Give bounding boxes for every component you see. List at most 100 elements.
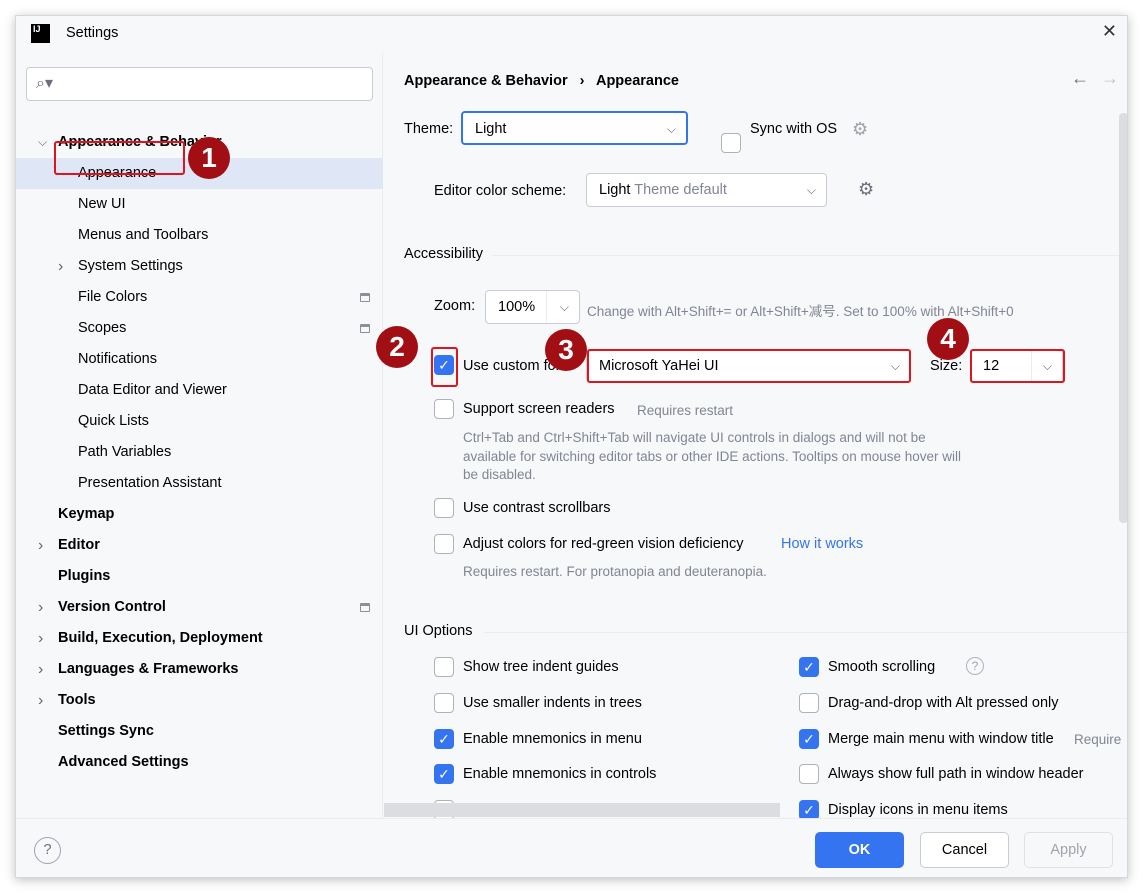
project-level-icon	[360, 293, 370, 302]
annotation-box	[970, 349, 1065, 383]
sidebar-item-advanced-settings[interactable]: Advanced Settings	[16, 747, 383, 778]
sidebar-item-file-colors[interactable]: File Colors	[16, 282, 383, 313]
screen-readers-checkbox[interactable]	[434, 399, 454, 419]
app-logo: IJ	[31, 24, 50, 43]
sidebar-item-build-execution-deployment[interactable]: › Build, Execution, Deployment	[16, 623, 383, 654]
annotation-badge-4: 4	[927, 318, 969, 360]
use-smaller-indents-in-trees-label: Use smaller indents in trees	[463, 694, 642, 711]
color-deficiency-label: Adjust colors for red-green vision defic…	[463, 536, 744, 552]
settings-dialog: IJ Settings ✕ ⌕▾ ⌵ Appearance & Behavior A…	[15, 15, 1128, 878]
always-show-full-path-in-window-header-checkbox[interactable]	[799, 764, 819, 785]
sidebar-item-label: Version Control	[58, 599, 166, 615]
sidebar-item-label: Settings Sync	[58, 723, 154, 739]
vertical-scrollbar[interactable]	[1119, 113, 1127, 523]
sidebar-item-label: Notifications	[78, 351, 157, 367]
sidebar-item-label: File Colors	[78, 289, 148, 305]
smooth-scrolling-label: Smooth scrolling	[828, 659, 936, 675]
apply-button[interactable]: Apply	[1024, 832, 1113, 868]
sidebar-item-path-variables[interactable]: Path Variables	[16, 437, 383, 468]
chevron-right-icon[interactable]: ›	[38, 530, 43, 561]
divider	[492, 255, 1127, 256]
scheme-label: Editor color scheme:	[434, 183, 567, 199]
color-scheme-dropdown[interactable]: Light Theme default ⌵	[586, 173, 827, 207]
forward-arrow-icon[interactable]: →	[1101, 68, 1119, 88]
sync-os-checkbox[interactable]	[721, 133, 741, 153]
breadcrumb-separator: ›	[579, 73, 585, 89]
sidebar-item-plugins[interactable]: Plugins	[16, 561, 383, 592]
window-title: Settings	[66, 25, 119, 41]
drag-and-drop-with-alt-pressed-only-checkbox[interactable]	[799, 692, 819, 713]
sidebar-item-menus-and-toolbars[interactable]: Menus and Toolbars	[16, 220, 383, 251]
project-level-icon	[360, 324, 370, 333]
help-button[interactable]: ?	[34, 837, 61, 864]
sidebar-item-data-editor-and-viewer[interactable]: Data Editor and Viewer	[16, 375, 383, 406]
enable-mnemonics-in-menu-checkbox[interactable]: ✓	[434, 728, 454, 749]
sidebar-item-label: Tools	[58, 692, 96, 708]
gear-icon[interactable]: ⚙	[858, 179, 874, 200]
sidebar-item-scopes[interactable]: Scopes	[16, 313, 383, 344]
chevron-right-icon[interactable]: ›	[38, 623, 43, 654]
sidebar-item-notifications[interactable]: Notifications	[16, 344, 383, 375]
close-icon[interactable]: ✕	[1102, 21, 1117, 42]
contrast-scrollbars-checkbox[interactable]	[434, 498, 454, 518]
gear-icon[interactable]: ⚙	[852, 119, 868, 140]
sidebar-item-keymap[interactable]: Keymap	[16, 499, 383, 530]
enable-mnemonics-in-controls-checkbox[interactable]: ✓	[434, 764, 454, 785]
chevron-down-icon: ⌵	[559, 300, 569, 314]
enable-mnemonics-in-menu-label: Enable mnemonics in menu	[463, 730, 642, 747]
sidebar-item-version-control[interactable]: › Version Control	[16, 592, 383, 623]
sidebar-item-editor[interactable]: › Editor	[16, 530, 383, 561]
sidebar-item-label: Editor	[58, 537, 100, 553]
sidebar-item-presentation-assistant[interactable]: Presentation Assistant	[16, 468, 383, 499]
color-deficiency-checkbox[interactable]	[434, 534, 454, 554]
screen-readers-description: Ctrl+Tab and Ctrl+Shift+Tab will navigat…	[463, 430, 961, 482]
zoom-label: Zoom:	[434, 298, 476, 314]
always-show-full-path-in-window-header-label: Always show full path in window header	[828, 766, 1084, 783]
chevron-right-icon[interactable]: ›	[38, 685, 43, 716]
use-smaller-indents-in-trees-checkbox[interactable]	[434, 692, 454, 713]
size-label: Size:	[930, 358, 963, 374]
merge-main-menu-with-window-title-checkbox[interactable]: ✓	[799, 728, 819, 749]
zoom-value: 100%	[498, 299, 536, 315]
theme-value: Light	[475, 121, 507, 137]
chevron-right-icon[interactable]: ›	[38, 592, 43, 623]
chevron-down-icon[interactable]: ⌵	[38, 127, 47, 158]
help-icon[interactable]: ?	[966, 657, 984, 675]
sidebar-item-quick-lists[interactable]: Quick Lists	[16, 406, 383, 437]
sidebar-item-languages-frameworks[interactable]: › Languages & Frameworks	[16, 654, 383, 685]
screen-readers-label: Support screen readers	[463, 401, 615, 417]
chevron-right-icon[interactable]: ›	[58, 251, 63, 282]
cancel-button[interactable]: Cancel	[920, 832, 1009, 868]
smooth-scrolling-checkbox[interactable]: ✓	[799, 657, 819, 677]
accessibility-title: Accessibility	[404, 246, 483, 262]
sidebar-item-settings-sync[interactable]: Settings Sync	[16, 716, 383, 747]
sync-os-label: Sync with OS	[750, 121, 838, 137]
ok-button[interactable]: OK	[815, 832, 904, 868]
ui-options-title: UI Options	[404, 623, 473, 639]
annotation-badge-1: 1	[188, 137, 230, 179]
sidebar-item-label: Quick Lists	[78, 413, 149, 429]
show-tree-indent-guides-checkbox[interactable]	[434, 657, 454, 677]
enable-mnemonics-in-controls-label: Enable mnemonics in controls	[463, 766, 657, 783]
sidebar-item-system-settings[interactable]: › System Settings	[16, 251, 383, 282]
project-level-icon	[360, 603, 370, 612]
how-it-works-link[interactable]: How it works	[781, 536, 863, 552]
divider	[484, 632, 1127, 633]
breadcrumb-parent[interactable]: Appearance & Behavior	[404, 73, 568, 89]
breadcrumb: Appearance & Behavior › Appearance	[404, 73, 679, 89]
zoom-combobox[interactable]: 100% ⌵	[485, 290, 580, 324]
search-icon: ⌕▾	[36, 75, 53, 92]
dialog-footer: ? OK Cancel Apply	[16, 818, 1127, 877]
theme-dropdown[interactable]: Light ⌵	[461, 111, 688, 145]
horizontal-scrollbar[interactable]	[384, 803, 780, 817]
contrast-scrollbars-label: Use contrast scrollbars	[463, 500, 611, 516]
search-input[interactable]: ⌕▾	[26, 67, 373, 101]
sidebar-item-tools[interactable]: › Tools	[16, 685, 383, 716]
back-arrow-icon[interactable]: ←	[1071, 68, 1089, 88]
title-bar: IJ Settings ✕	[16, 16, 1127, 53]
display-icons-in-menu-items-label: Display icons in menu items	[828, 802, 1008, 819]
chevron-right-icon[interactable]: ›	[38, 654, 43, 685]
sidebar-item-label: Build, Execution, Deployment	[58, 630, 263, 646]
sidebar-item-new-ui[interactable]: New UI	[16, 189, 383, 220]
main-panel: Appearance & Behavior › Appearance ← → Th…	[376, 53, 1127, 821]
